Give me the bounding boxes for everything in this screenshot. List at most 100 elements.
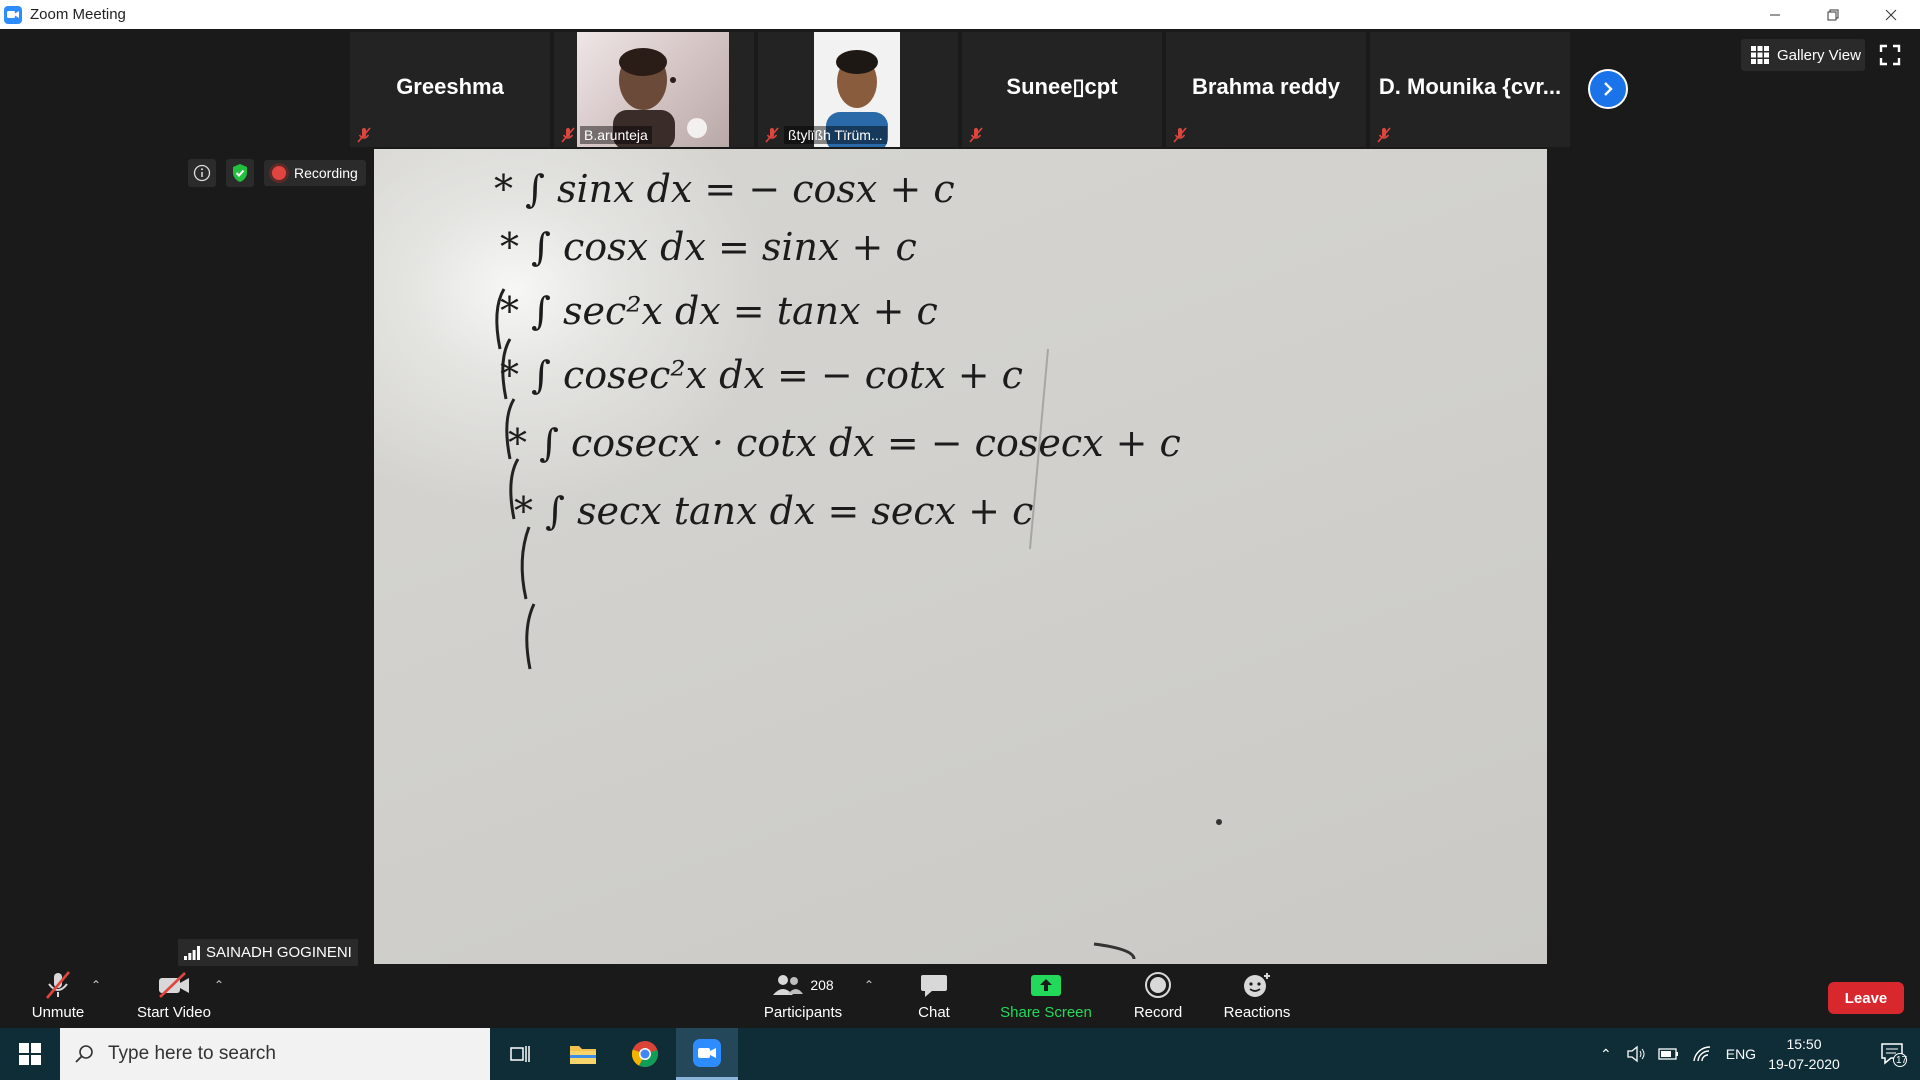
- search-icon: [75, 1045, 93, 1063]
- search-placeholder: Type here to search: [108, 1043, 276, 1064]
- shield-check-icon: [233, 164, 247, 182]
- window-title: Zoom Meeting: [30, 6, 126, 23]
- zoom-icon: [693, 1038, 721, 1067]
- participant-tile[interactable]: ßtylïßh Tïrüm...: [758, 32, 958, 147]
- participant-name: Brahma reddy: [1192, 74, 1340, 99]
- meeting-stage: Greeshma B.arunteja ßtylïßh Tïrüm... Sun…: [0, 29, 1920, 966]
- participants-icon: [773, 975, 804, 995]
- unmute-button[interactable]: Unmute: [22, 966, 94, 1028]
- record-label: Record: [1133, 1004, 1183, 1021]
- clock-date: 19-07-2020: [1768, 1056, 1840, 1072]
- task-view-icon: [510, 1046, 530, 1062]
- wifi-icon[interactable]: [1692, 1045, 1712, 1063]
- leave-button[interactable]: Leave: [1828, 982, 1904, 1014]
- share-screen-button[interactable]: Share Screen: [996, 966, 1096, 1028]
- board-line: * ∫ secx tanx dx = secx + c: [514, 489, 1034, 533]
- volume-icon[interactable]: [1626, 1045, 1646, 1063]
- board-line: * ∫ cosx dx = sinx + c: [500, 225, 917, 269]
- self-name-label: SAINADH GOGINENI: [178, 939, 358, 966]
- whiteboard-strokes: [495, 288, 1222, 960]
- participants-count: 208: [810, 977, 834, 993]
- chrome-button[interactable]: [614, 1028, 676, 1080]
- muted-mic-icon: [561, 127, 575, 143]
- start-video-label: Start Video: [137, 1004, 211, 1021]
- gallery-view-label: Gallery View: [1777, 46, 1861, 64]
- chrome-icon: [631, 1041, 658, 1068]
- muted-mic-icon: [357, 127, 371, 143]
- participants-label: Participants: [763, 1004, 843, 1021]
- participant-name: Greeshma: [396, 74, 504, 99]
- chat-label: Chat: [918, 1004, 950, 1021]
- reactions-label: Reactions: [1223, 1004, 1291, 1021]
- info-icon: [193, 164, 211, 182]
- board-line: * ∫ sec²x dx = tanx + c: [500, 289, 938, 333]
- taskbar-search-box[interactable]: Type here to search: [60, 1028, 490, 1080]
- reactions-button[interactable]: Reactions: [1220, 966, 1294, 1028]
- chevron-right-icon: [1604, 82, 1613, 96]
- participant-name: B.arunteja: [580, 126, 652, 144]
- muted-mic-icon: [1377, 127, 1391, 143]
- folder-icon: [570, 1046, 596, 1064]
- recording-dot-icon: [272, 166, 286, 180]
- muted-mic-icon: [765, 127, 779, 143]
- board-line: * ∫ cosec²x dx = − cotx + c: [500, 353, 1023, 397]
- video-off-icon: [159, 972, 189, 998]
- restore-icon: [1827, 9, 1839, 20]
- next-page-button[interactable]: [1588, 69, 1628, 109]
- audio-options-caret-icon[interactable]: ⌃: [91, 978, 101, 992]
- taskbar-clock[interactable]: 15:50 19-07-2020: [1766, 1034, 1842, 1074]
- battery-icon[interactable]: [1658, 1047, 1680, 1061]
- minimize-button[interactable]: [1746, 0, 1804, 29]
- participant-tile[interactable]: B.arunteja: [554, 32, 754, 147]
- encryption-button[interactable]: [226, 159, 254, 187]
- participant-tile[interactable]: Greeshma: [350, 32, 550, 147]
- minimize-icon: [1770, 14, 1780, 15]
- fullscreen-button[interactable]: [1878, 43, 1902, 67]
- meeting-status: Recording: [188, 159, 366, 187]
- participant-strip: Greeshma B.arunteja ßtylïßh Tïrüm... Sun…: [350, 32, 1574, 147]
- start-button[interactable]: [0, 1028, 60, 1080]
- muted-mic-icon: [969, 127, 983, 143]
- video-options-caret-icon[interactable]: ⌃: [214, 978, 224, 992]
- window-titlebar: Zoom Meeting: [0, 0, 1920, 29]
- fullscreen-icon: [1879, 44, 1901, 66]
- notification-center-button[interactable]: 17: [1866, 1028, 1920, 1080]
- meeting-info-button[interactable]: [188, 159, 216, 187]
- record-button[interactable]: Record: [1128, 966, 1188, 1028]
- share-screen-icon: [1031, 975, 1061, 996]
- gallery-view-button[interactable]: Gallery View: [1741, 39, 1865, 71]
- signal-bars-icon: [184, 945, 200, 960]
- record-icon: [1145, 972, 1171, 998]
- participant-tile[interactable]: Sunee▯cpt: [962, 32, 1162, 147]
- system-tray: ⌃ ENG: [1600, 1028, 1756, 1080]
- notification-count: 17: [1896, 1055, 1908, 1066]
- close-icon: [1885, 9, 1897, 20]
- participant-name: ßtylïßh Tïrüm...: [784, 126, 887, 144]
- board-line: * ∫ cosecx · cotx dx = − cosecx + c: [508, 421, 1181, 465]
- meeting-toolbar: Unmute ⌃ Start Video ⌃ 208 Participants …: [0, 966, 1920, 1028]
- language-indicator[interactable]: ENG: [1726, 1046, 1756, 1062]
- participants-options-caret-icon[interactable]: ⌃: [864, 978, 874, 992]
- recording-indicator[interactable]: Recording: [264, 160, 366, 186]
- close-button[interactable]: [1862, 0, 1920, 29]
- muted-mic-icon: [46, 971, 70, 999]
- clock-time: 15:50: [1786, 1036, 1822, 1052]
- reactions-emoji-icon: [1244, 973, 1270, 997]
- self-name: SAINADH GOGINENI: [206, 944, 352, 961]
- file-explorer-button[interactable]: [552, 1028, 614, 1080]
- windows-logo-icon: [19, 1043, 41, 1065]
- participant-tile[interactable]: D. Mounika {cvr...: [1370, 32, 1570, 147]
- tray-overflow-chevron-icon[interactable]: ⌃: [1600, 1046, 1612, 1063]
- restore-button[interactable]: [1804, 0, 1862, 29]
- unmute-label: Unmute: [31, 1004, 85, 1021]
- participant-tile[interactable]: Brahma reddy: [1166, 32, 1366, 147]
- zoom-taskbar-button[interactable]: [676, 1028, 738, 1080]
- shared-video: * ∫ sinx dx = − cosx + c * ∫ cosx dx = s…: [374, 149, 1547, 964]
- participants-button[interactable]: 208 Participants: [758, 966, 848, 1028]
- chat-button[interactable]: Chat: [904, 966, 964, 1028]
- start-video-button[interactable]: Start Video: [130, 966, 218, 1028]
- participant-name: D. Mounika {cvr...: [1378, 74, 1562, 99]
- task-view-button[interactable]: [489, 1028, 551, 1080]
- recording-label: Recording: [294, 165, 358, 181]
- chat-bubble-icon: [921, 975, 947, 997]
